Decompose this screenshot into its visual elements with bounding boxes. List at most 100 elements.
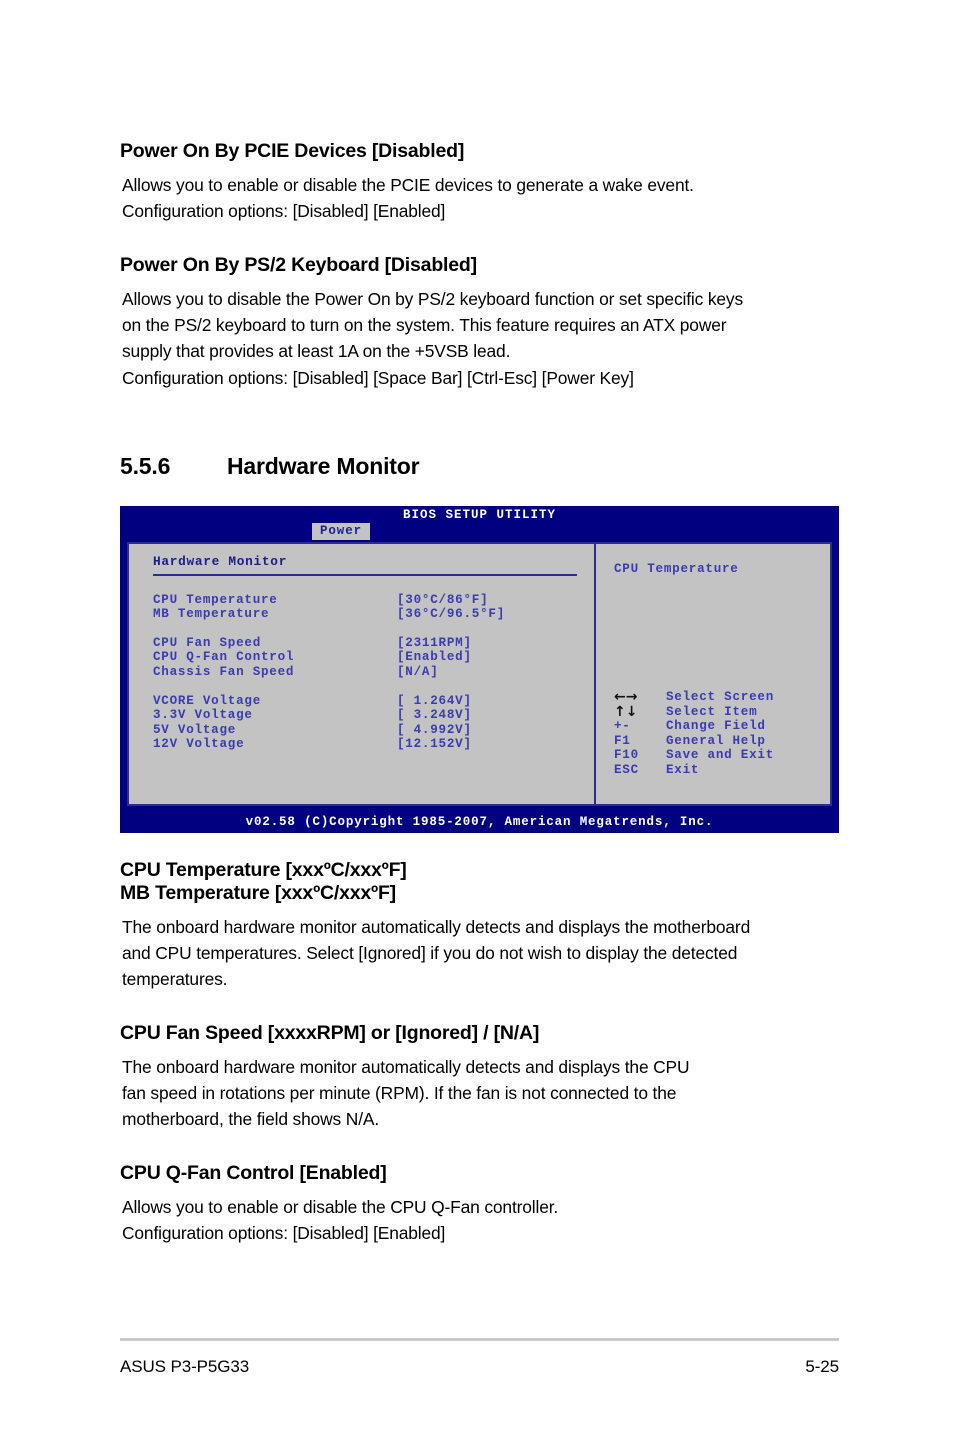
section-heading-power-on-ps2: Power On By PS/2 Keyboard [Disabled] xyxy=(120,254,477,277)
row-label: 12V Voltage xyxy=(153,737,245,752)
chapter-title: Hardware Monitor xyxy=(227,452,420,479)
row-value: [2311RPM] xyxy=(397,635,472,650)
section-body-power-on-pcie: Allows you to enable or disable the PCIE… xyxy=(122,172,860,224)
body-line: motherboard, the field shows N/A. xyxy=(122,1109,380,1130)
bios-row-chassis-fan-speed[interactable]: Chassis Fan Speed [N/A] xyxy=(153,665,594,680)
footer-page-number: 5-25 xyxy=(805,1357,839,1376)
row-value: [ 1.264V] xyxy=(397,693,472,708)
body-line: Allows you to enable or disable the PCIE… xyxy=(122,175,694,195)
bios-setup-screenshot: BIOS SETUP UTILITY Power Hardware Monito… xyxy=(120,505,839,833)
key-legend-select-item: ↑↓ Select Item xyxy=(614,705,774,720)
bios-row-cpu-temperature[interactable]: CPU Temperature [30°C/86°F] xyxy=(153,593,594,608)
key-legend-change-field: +- Change Field xyxy=(614,719,774,734)
key-legend-save-and-exit: F10 Save and Exit xyxy=(614,748,774,763)
chapter-heading: 5.5.6 Hardware Monitor xyxy=(120,453,860,480)
body-line: Configuration options: [Disabled] [Enabl… xyxy=(122,201,446,222)
bios-group-fans: CPU Fan Speed [2311RPM] CPU Q-Fan Contro… xyxy=(153,636,594,680)
row-value: [ 4.992V] xyxy=(397,722,472,737)
section-heading-cpu-fan-speed: CPU Fan Speed [xxxxRPM] or [Ignored] / [… xyxy=(120,1022,860,1045)
bios-tab-power[interactable]: Power xyxy=(312,522,371,540)
heading-line: MB Temperature [xxxºC/xxxºF] xyxy=(120,881,396,904)
section-body-cpu-fan-speed: The onboard hardware monitor automatical… xyxy=(122,1054,860,1132)
bios-header: BIOS SETUP UTILITY Power xyxy=(120,505,839,542)
row-label: CPU Q-Fan Control xyxy=(153,650,295,665)
footer-product-name: ASUS P3-P5G33 xyxy=(120,1357,250,1376)
footer-divider xyxy=(120,1338,839,1341)
row-label: CPU Fan Speed xyxy=(153,635,261,650)
bios-row-3v3-voltage[interactable]: 3.3V Voltage [ 3.248V] xyxy=(153,708,594,723)
heading-line: CPU Fan Speed [xxxxRPM] or [Ignored] / [… xyxy=(120,1021,540,1044)
key-action: Save and Exit xyxy=(666,748,774,763)
row-label: Chassis Fan Speed xyxy=(153,665,295,680)
row-value: [Enabled] xyxy=(397,650,472,665)
body-line: Allows you to disable the Power On by PS… xyxy=(122,289,743,310)
bios-help-panel: CPU Temperature ←→ Select Screen ↑↓ Sele… xyxy=(595,541,832,806)
chapter-number: 5.5.6 xyxy=(120,452,171,479)
bios-panel-title: Hardware Monitor xyxy=(153,553,288,569)
bios-key-legend: ←→ Select Screen ↑↓ Select Item +- Chang… xyxy=(614,690,774,778)
bios-title: BIOS SETUP UTILITY xyxy=(402,507,557,522)
heading-line: CPU Q-Fan Control [Enabled] xyxy=(120,1162,387,1185)
body-line: temperatures. xyxy=(122,968,228,989)
row-label: CPU Temperature xyxy=(153,592,278,607)
bios-row-cpu-fan-speed[interactable]: CPU Fan Speed [2311RPM] xyxy=(153,636,594,651)
body-line: The onboard hardware monitor automatical… xyxy=(122,916,751,937)
bios-footer: v02.58 (C)Copyright 1985-2007, American … xyxy=(120,810,839,833)
body-line: supply that provides at least 1A on the … xyxy=(122,341,511,362)
manual-page: Power On By PCIE Devices [Disabled] Allo… xyxy=(0,0,954,1438)
key-action: General Help xyxy=(666,733,766,748)
key-legend-general-help: F1 General Help xyxy=(614,734,774,749)
key-action: Select Screen xyxy=(666,690,774,705)
section-heading-cpu-mb-temperature: CPU Temperature [xxxºC/xxxºF] MB Tempera… xyxy=(120,859,860,905)
up-down-arrow-icon: ↑↓ xyxy=(614,703,638,720)
bios-row-vcore-voltage[interactable]: VCORE Voltage [ 1.264V] xyxy=(153,694,594,709)
row-label: MB Temperature xyxy=(153,607,270,622)
section-heading-cpu-qfan-control: CPU Q-Fan Control [Enabled] xyxy=(120,1162,860,1185)
row-value: [N/A] xyxy=(397,665,439,680)
row-label: 3.3V Voltage xyxy=(153,708,253,723)
row-label: 5V Voltage xyxy=(153,722,237,737)
document-body: Power On By PCIE Devices [Disabled] Allo… xyxy=(120,140,860,1247)
key-name: F1 xyxy=(614,733,631,748)
bios-help-title: CPU Temperature xyxy=(614,561,739,576)
key-action: Exit xyxy=(666,763,700,778)
key-action: Select Item xyxy=(666,704,758,719)
bios-group-temperatures: CPU Temperature [30°C/86°F] MB Temperatu… xyxy=(153,593,594,622)
key-name: ESC xyxy=(614,763,639,778)
body-line: fan speed in rotations per minute (RPM).… xyxy=(122,1083,677,1104)
bios-row-mb-temperature[interactable]: MB Temperature [36°C/96.5°F] xyxy=(153,607,594,622)
bios-main-area: Hardware Monitor CPU Temperature [30°C/8… xyxy=(127,541,832,806)
body-line: Configuration options: [Disabled] [Space… xyxy=(122,367,634,388)
body-line: Configuration options: [Disabled] [Enabl… xyxy=(122,1223,446,1244)
heading-line: CPU Temperature [xxxºC/xxxºF] xyxy=(120,858,407,881)
key-action: Change Field xyxy=(666,719,766,734)
section-body-cpu-qfan-control: Allows you to enable or disable the CPU … xyxy=(122,1194,860,1246)
key-legend-exit: ESC Exit xyxy=(614,763,774,778)
body-line: The onboard hardware monitor automatical… xyxy=(122,1056,690,1077)
key-name: F10 xyxy=(614,748,639,763)
key-name: +- xyxy=(614,719,631,734)
row-label: VCORE Voltage xyxy=(153,693,261,708)
row-value: [30°C/86°F] xyxy=(397,592,489,607)
body-line: and CPU temperatures. Select [Ignored] i… xyxy=(122,942,738,963)
row-value: [36°C/96.5°F] xyxy=(397,607,505,622)
left-right-arrow-icon: ←→ xyxy=(614,689,638,706)
panel-divider xyxy=(153,573,577,576)
bios-settings-panel: Hardware Monitor CPU Temperature [30°C/8… xyxy=(127,541,595,806)
bios-row-5v-voltage[interactable]: 5V Voltage [ 4.992V] xyxy=(153,723,594,738)
bios-row-cpu-qfan-control[interactable]: CPU Q-Fan Control [Enabled] xyxy=(153,650,594,665)
section-body-power-on-ps2: Allows you to disable the Power On by PS… xyxy=(122,286,860,390)
row-value: [ 3.248V] xyxy=(397,708,472,723)
body-line: Allows you to enable or disable the CPU … xyxy=(122,1197,559,1218)
section-body-cpu-mb-temperature: The onboard hardware monitor automatical… xyxy=(122,914,860,992)
bios-group-voltages: VCORE Voltage [ 1.264V] 3.3V Voltage [ 3… xyxy=(153,694,594,752)
bios-row-12v-voltage[interactable]: 12V Voltage [12.152V] xyxy=(153,737,594,752)
body-line: on the PS/2 keyboard to turn on the syst… xyxy=(122,315,727,336)
row-value: [12.152V] xyxy=(397,737,472,752)
